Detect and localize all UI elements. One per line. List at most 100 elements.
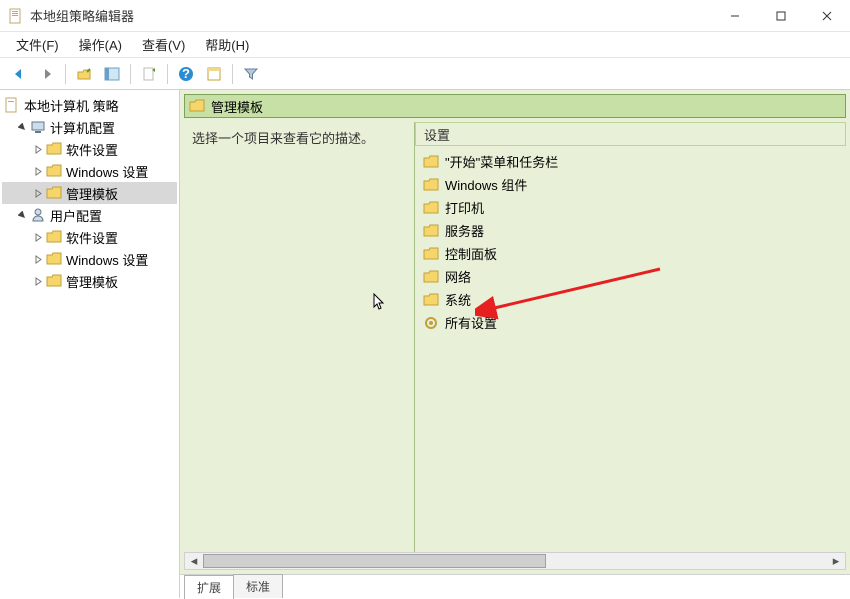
expand-icon[interactable]	[32, 253, 44, 265]
tree-label: 软件设置	[66, 228, 118, 247]
toolbar-separator	[167, 64, 168, 84]
tree-label: 管理模板	[66, 184, 118, 203]
settings-header[interactable]: 设置	[415, 122, 846, 146]
tree-label: 管理模板	[66, 272, 118, 291]
folder-icon	[46, 251, 62, 267]
tree-label: 用户配置	[50, 206, 102, 225]
item-label: 打印机	[445, 198, 484, 217]
item-label: 控制面板	[445, 244, 497, 263]
toolbar-separator	[130, 64, 131, 84]
content-pane: 管理模板 选择一个项目来查看它的描述。 设置 "开始"菜单和任务栏 Window…	[180, 90, 850, 598]
tab-extended[interactable]: 扩展	[184, 575, 234, 599]
scroll-left-button[interactable]: ◂	[185, 553, 203, 569]
item-windows-components[interactable]: Windows 组件	[417, 173, 844, 196]
tree-comp-windows[interactable]: Windows 设置	[2, 160, 177, 182]
item-start-menu[interactable]: "开始"菜单和任务栏	[417, 150, 844, 173]
folder-icon	[46, 141, 62, 157]
menu-view[interactable]: 查看(V)	[132, 32, 195, 57]
folder-icon	[423, 292, 439, 308]
item-control-panel[interactable]: 控制面板	[417, 242, 844, 265]
up-button[interactable]	[71, 61, 97, 87]
item-network[interactable]: 网络	[417, 265, 844, 288]
folder-icon	[46, 163, 62, 179]
back-button[interactable]	[6, 61, 32, 87]
minimize-button[interactable]	[712, 0, 758, 32]
toolbar: ?	[0, 58, 850, 90]
forward-button[interactable]	[34, 61, 60, 87]
settings-list[interactable]: "开始"菜单和任务栏 Windows 组件 打印机 服务器 控制面板 网络 系统…	[415, 146, 846, 552]
item-label: 服务器	[445, 221, 484, 240]
tab-standard[interactable]: 标准	[233, 574, 283, 598]
collapse-icon[interactable]	[16, 121, 28, 133]
scroll-right-button[interactable]: ▸	[827, 553, 845, 569]
expand-icon[interactable]	[32, 165, 44, 177]
settings-icon	[423, 315, 439, 331]
tree-label: Windows 设置	[66, 162, 148, 181]
item-system[interactable]: 系统	[417, 288, 844, 311]
expand-icon[interactable]	[32, 187, 44, 199]
path-bar: 管理模板	[184, 94, 846, 118]
horizontal-scrollbar[interactable]: ◂ ▸	[184, 552, 846, 570]
tree-comp-admin-templates[interactable]: 管理模板	[2, 182, 177, 204]
item-all-settings[interactable]: 所有设置	[417, 311, 844, 334]
item-label: 系统	[445, 290, 471, 309]
folder-icon	[423, 177, 439, 193]
tree-label: 计算机配置	[50, 118, 115, 137]
tree-comp-software[interactable]: 软件设置	[2, 138, 177, 160]
show-hide-tree-button[interactable]	[99, 61, 125, 87]
menubar: 文件(F) 操作(A) 查看(V) 帮助(H)	[0, 32, 850, 58]
folder-icon	[46, 229, 62, 245]
tree-label: 软件设置	[66, 140, 118, 159]
scroll-track[interactable]	[203, 553, 827, 569]
folder-icon	[189, 98, 205, 114]
help-button[interactable]: ?	[173, 61, 199, 87]
folder-icon	[423, 246, 439, 262]
menu-help[interactable]: 帮助(H)	[195, 32, 259, 57]
filter-button[interactable]	[238, 61, 264, 87]
tree-label: 本地计算机 策略	[24, 96, 119, 115]
item-label: Windows 组件	[445, 175, 527, 194]
description-prompt: 选择一个项目来查看它的描述。	[192, 128, 406, 147]
tree-pane[interactable]: 本地计算机 策略 计算机配置 软件设置 Windows 设置 管理模板 用户配置	[0, 90, 180, 598]
svg-text:?: ?	[182, 66, 190, 81]
window-title: 本地组策略编辑器	[30, 6, 712, 25]
policy-icon	[4, 97, 20, 113]
folder-icon	[423, 223, 439, 239]
description-column: 选择一个项目来查看它的描述。	[184, 122, 414, 552]
tree-root[interactable]: 本地计算机 策略	[2, 94, 177, 116]
cursor-icon	[373, 293, 387, 311]
item-label: 网络	[445, 267, 471, 286]
menu-file[interactable]: 文件(F)	[6, 32, 69, 57]
folder-icon	[46, 185, 62, 201]
item-printers[interactable]: 打印机	[417, 196, 844, 219]
tree-user-software[interactable]: 软件设置	[2, 226, 177, 248]
expand-icon[interactable]	[32, 143, 44, 155]
user-icon	[30, 207, 46, 223]
computer-icon	[30, 119, 46, 135]
app-icon	[8, 8, 24, 24]
tree-computer-config[interactable]: 计算机配置	[2, 116, 177, 138]
folder-icon	[423, 154, 439, 170]
item-server[interactable]: 服务器	[417, 219, 844, 242]
path-label: 管理模板	[211, 97, 263, 116]
folder-icon	[423, 200, 439, 216]
tabs-bar: 扩展 标准	[180, 574, 850, 598]
client-area: 本地计算机 策略 计算机配置 软件设置 Windows 设置 管理模板 用户配置	[0, 90, 850, 598]
tree-user-config[interactable]: 用户配置	[2, 204, 177, 226]
close-button[interactable]	[804, 0, 850, 32]
export-button[interactable]	[136, 61, 162, 87]
tree-user-admin-templates[interactable]: 管理模板	[2, 270, 177, 292]
toolbar-separator	[232, 64, 233, 84]
collapse-icon[interactable]	[16, 209, 28, 221]
properties-button[interactable]	[201, 61, 227, 87]
toolbar-separator	[65, 64, 66, 84]
titlebar: 本地组策略编辑器	[0, 0, 850, 32]
expand-icon[interactable]	[32, 231, 44, 243]
menu-action[interactable]: 操作(A)	[69, 32, 132, 57]
scroll-thumb[interactable]	[203, 554, 546, 568]
expand-icon[interactable]	[32, 275, 44, 287]
item-label: "开始"菜单和任务栏	[445, 152, 558, 171]
maximize-button[interactable]	[758, 0, 804, 32]
tree-user-windows[interactable]: Windows 设置	[2, 248, 177, 270]
folder-icon	[46, 273, 62, 289]
